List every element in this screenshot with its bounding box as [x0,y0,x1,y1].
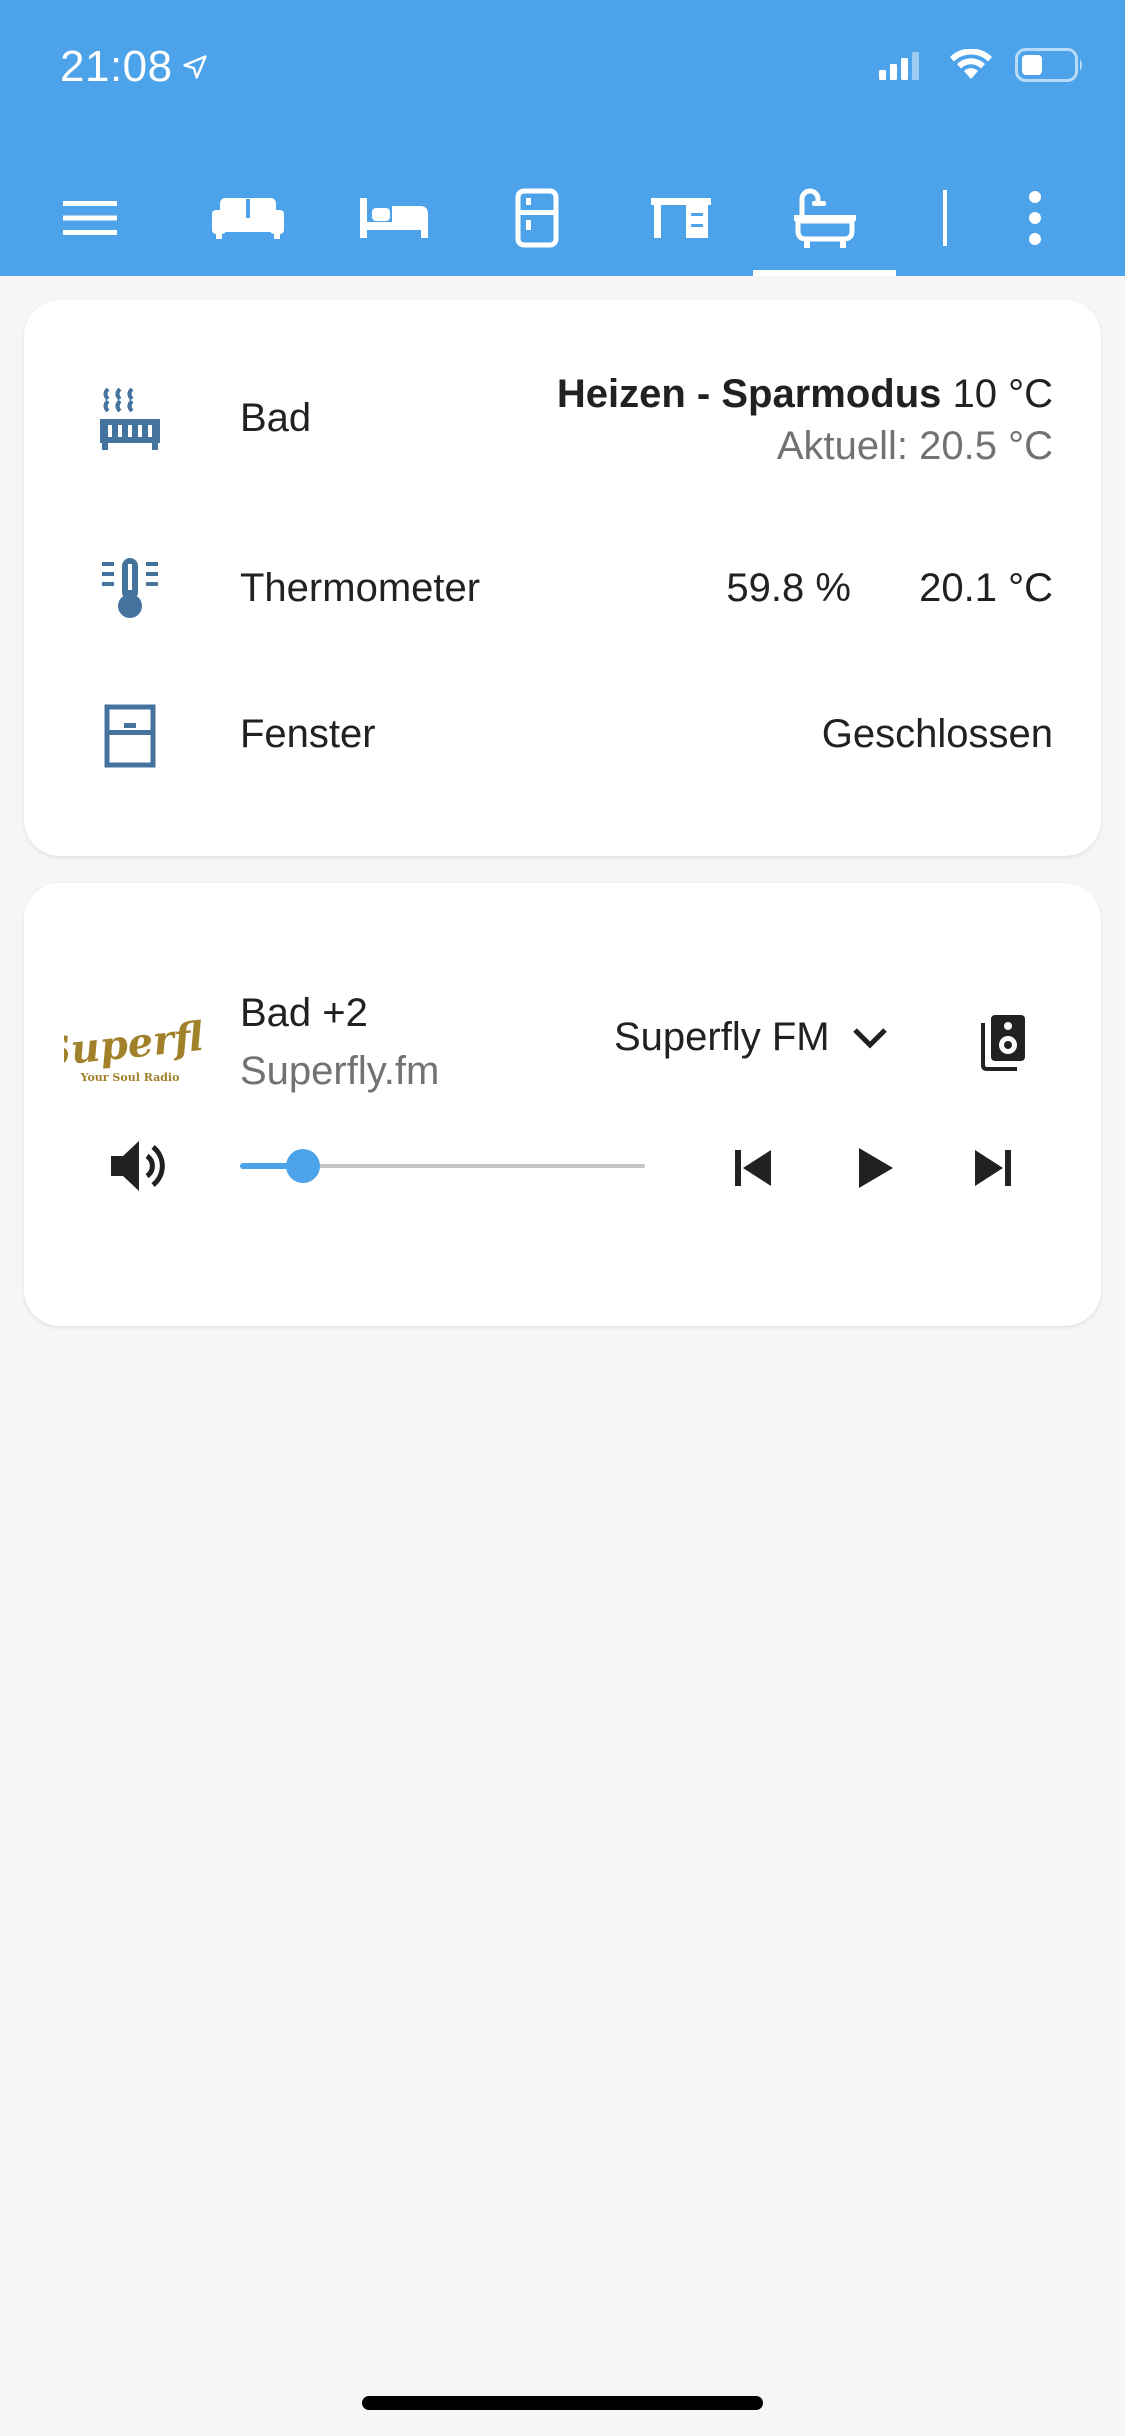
source-select-value: Superfly FM [614,1015,830,1059]
bathtub-icon[interactable] [790,160,860,276]
previous-track-icon[interactable] [718,1133,788,1203]
thermometer-icon [94,552,166,624]
binary-sensor-row-fenster[interactable]: Fenster Geschlossen [24,686,1101,786]
sensor-values: 59.8 % 20.1 °C [726,566,1053,611]
active-tab-indicator [753,270,896,276]
toolbar-divider [938,160,952,276]
wifi-icon [949,48,993,86]
media-subtitle: Superfly.fm [240,1049,440,1093]
window-state: Geschlossen [821,712,1053,756]
volume-icon[interactable] [104,1131,174,1201]
humidity-value: 59.8 % [726,566,851,610]
entities-card: Bad Heizen - Sparmodus 10 °C Aktuell: 20… [24,300,1101,856]
slider-fill [240,1163,289,1169]
toolbar [0,160,1125,276]
speaker-icon[interactable] [969,1007,1039,1077]
current-temperature: Aktuell: 20.5 °C [776,424,1053,468]
media-title: Bad +2 [240,991,368,1035]
album-art: Superfly Your Soul Radio [40,993,231,1093]
next-track-icon[interactable] [958,1133,1028,1203]
temperature-value: 20.1 °C [919,566,1053,610]
svg-text:Superfly: Superfly [64,1010,204,1076]
entity-name: Bad [240,396,312,440]
play-icon[interactable] [840,1133,910,1203]
sensor-row-thermometer[interactable]: Thermometer 59.8 % 20.1 °C [24,540,1101,640]
album-tagline: Your Soul Radio [80,1071,180,1084]
volume-slider[interactable] [240,1149,645,1183]
hvac-mode-label: Heizen - Sparmodus [556,372,942,416]
climate-row-bad[interactable]: Bad Heizen - Sparmodus 10 °C Aktuell: 20… [24,350,1101,490]
status-time: 21:08 [60,42,209,92]
media-player-card: Superfly Your Soul Radio Bad +2 Superfly… [24,883,1101,1326]
slider-thumb[interactable] [285,1149,320,1183]
desk-icon[interactable] [648,160,714,276]
battery-icon [1015,48,1085,87]
bed-icon[interactable] [356,160,432,276]
cellular-signal-icon [877,50,927,85]
app-header: 21:08 [0,0,1125,276]
location-arrow-icon [181,42,209,92]
entity-name: Fenster [240,712,376,756]
window-closed-icon [94,700,166,772]
source-select[interactable]: Superfly FM [614,1015,888,1060]
more-vert-icon[interactable] [1020,160,1050,276]
home-indicator [362,2396,763,2410]
sofa-icon[interactable] [208,160,288,276]
entity-name: Thermometer [240,566,481,610]
status-icons [877,48,1085,87]
chevron-down-icon [852,1015,888,1060]
radiator-icon [94,382,166,454]
climate-state: Heizen - Sparmodus 10 °C [557,372,1053,417]
menu-icon[interactable] [58,160,122,276]
target-temperature: 10 °C [952,372,1054,416]
clock: 21:08 [60,42,173,91]
fridge-icon[interactable] [512,160,562,276]
